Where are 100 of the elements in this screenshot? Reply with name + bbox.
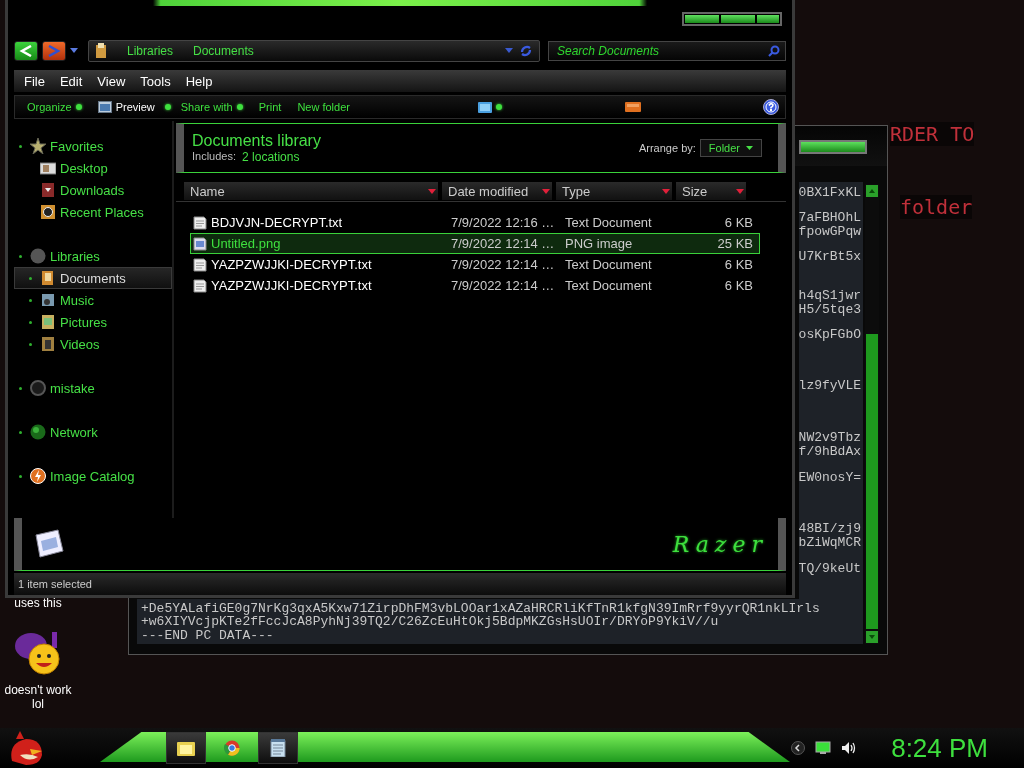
image-file-icon: [193, 236, 207, 251]
sidebar-item[interactable]: Recent Places: [14, 201, 172, 223]
includes-label: Includes:: [192, 150, 237, 164]
window-controls[interactable]: [799, 140, 867, 154]
date-cell-text: 7/9/2022 12:16 …: [450, 215, 556, 230]
sidebar-item[interactable]: Libraries: [14, 245, 172, 267]
chevron-icon[interactable]: [791, 741, 806, 755]
text-line: U7KrBt5x: [798, 250, 861, 264]
menu-item[interactable]: Edit: [53, 73, 89, 89]
back-button[interactable]: [14, 41, 38, 61]
refresh-icon[interactable]: [519, 44, 533, 58]
file-row[interactable]: YAZPZWJJKI-DECRYPT.txt 7/9/2022 12:14 … Text Document 6 KB: [190, 254, 760, 275]
toolbar-button[interactable]: Organize: [21, 101, 88, 113]
column-header[interactable]: Type: [556, 182, 672, 200]
search-icon[interactable]: [768, 45, 780, 57]
taskbar-button[interactable]: [258, 732, 298, 764]
dropdown-dot-icon: [236, 104, 243, 110]
help-icon[interactable]: [763, 99, 779, 115]
toolbar-button[interactable]: New folder: [291, 101, 356, 113]
folder-icon: [40, 270, 56, 286]
file-row[interactable]: BDJVJN-DECRYPT.txt 7/9/2022 12:16 … Text Document 6 KB: [190, 212, 760, 233]
clock[interactable]: 8:24 PM: [891, 732, 988, 764]
dropdown-dot-icon[interactable]: [496, 104, 503, 110]
file-name: YAZPZWJJKI-DECRYPT.txt: [211, 257, 372, 272]
arrange-dropdown[interactable]: Folder: [699, 139, 762, 157]
monitor-icon[interactable]: [815, 741, 832, 755]
date-cell-text: 7/9/2022 12:14 …: [450, 278, 556, 293]
breadcrumb-link[interactable]: Libraries: [127, 44, 174, 58]
dropdown-icon[interactable]: [70, 48, 78, 54]
folder-icon: [40, 182, 56, 198]
globe-icon: [30, 424, 46, 440]
type-cell-text: PNG image: [564, 236, 634, 251]
text-line: osKpFGbO: [798, 328, 861, 342]
address-bar[interactable]: Libraries Documents: [88, 40, 540, 62]
dropdown-dot-icon: [75, 104, 82, 110]
locations-link[interactable]: 2 locations: [242, 150, 300, 164]
toolbar-button[interactable]: Share with: [174, 101, 249, 113]
view-icon[interactable]: [478, 101, 493, 113]
size-cell-text: 6 KB: [723, 257, 754, 272]
size-cell-text: 25 KB: [716, 236, 754, 251]
pane-icon[interactable]: [624, 102, 641, 112]
sidebar-item[interactable]: mistake: [14, 377, 172, 399]
menu-item[interactable]: File: [18, 73, 51, 89]
file-name: YAZPZWJJKI-DECRYPT.txt: [211, 278, 372, 293]
menu-item[interactable]: Tools: [134, 73, 177, 89]
text-line: +w6XIYVcjpKTe2fFccJcA8PyhNj39TQ2/C26ZcEuHtOkj5BdpMKZGsHsUOIr/DRYoP9YkiV//u: [141, 615, 719, 629]
file-row[interactable]: Untitled.png 7/9/2022 12:14 … PNG image 25 KB: [190, 233, 760, 254]
sidebar-item[interactable]: Videos: [14, 333, 172, 355]
icon-label[interactable]: doesn't work lol: [0, 683, 78, 711]
column-header[interactable]: Size: [676, 182, 746, 200]
dropdown-arrow-icon: [542, 188, 550, 194]
sidebar-item[interactable]: Desktop: [14, 157, 172, 179]
text-line: f/9hBdAx: [798, 445, 861, 459]
text-line: 7aFBHOhL: [798, 211, 861, 225]
toolbar-button[interactable]: Preview: [91, 101, 161, 113]
toolbar-button[interactable]: Print: [252, 101, 288, 113]
menu-item[interactable]: Help: [179, 73, 219, 89]
dropdown-icon[interactable]: [505, 48, 513, 54]
text-line: NW2v9Tbz: [798, 431, 861, 445]
dropdown-dot-icon[interactable]: [164, 104, 171, 110]
text-file-icon: [193, 257, 207, 272]
taskbar-button[interactable]: [166, 732, 206, 764]
text-file-icon: [193, 278, 207, 293]
sidebar-item[interactable]: Network: [14, 421, 172, 443]
size-cell-text: 6 KB: [723, 215, 754, 230]
menu-item[interactable]: View: [91, 73, 132, 89]
logo-text: Razer: [672, 531, 768, 557]
sidebar-item[interactable]: Documents: [14, 267, 172, 289]
column-header[interactable]: Name: [184, 182, 438, 200]
sidebar-item[interactable]: Pictures: [14, 311, 172, 333]
date-cell-text: 7/9/2022 12:14 …: [450, 236, 556, 251]
date-cell-text: 7/9/2022 12:14 …: [450, 257, 556, 272]
film-icon: [40, 336, 56, 352]
star-icon: [30, 138, 46, 154]
window-icon: [97, 101, 112, 113]
forward-button[interactable]: [42, 41, 66, 61]
type-cell-text: Text Document: [564, 257, 653, 272]
type-cell-text: Text Document: [564, 278, 653, 293]
background-text: folder: [900, 195, 973, 219]
sidebar-item[interactable]: Downloads: [14, 179, 172, 201]
sidebar-item[interactable]: Favorites: [14, 135, 172, 157]
icon-label[interactable]: uses this: [0, 596, 80, 610]
breadcrumb-link[interactable]: Documents: [193, 44, 254, 58]
text-line: EW0nosY=: [798, 471, 861, 485]
folder-icon: [95, 43, 107, 59]
text-line: fpowGPqw: [798, 225, 861, 239]
circle-icon: [30, 248, 46, 264]
desktop-icon: [40, 160, 56, 176]
column-header[interactable]: Date modified: [442, 182, 552, 200]
sidebar-item[interactable]: Image Catalog: [14, 465, 172, 487]
speaker-icon[interactable]: [841, 741, 858, 755]
arrange-label: Arrange by:: [638, 142, 696, 154]
background-text: RDER TO: [890, 122, 975, 146]
size-cell-text: 6 KB: [723, 278, 754, 293]
sidebar-item[interactable]: Music: [14, 289, 172, 311]
file-row[interactable]: YAZPZWJJKI-DECRYPT.txt 7/9/2022 12:14 … Text Document 6 KB: [190, 275, 760, 296]
text-line: 0BX1FxKL: [798, 186, 861, 200]
search-field[interactable]: Search Documents: [548, 41, 786, 61]
library-title: Documents library: [192, 132, 322, 150]
text-line: ---END PC DATA---: [141, 628, 274, 642]
